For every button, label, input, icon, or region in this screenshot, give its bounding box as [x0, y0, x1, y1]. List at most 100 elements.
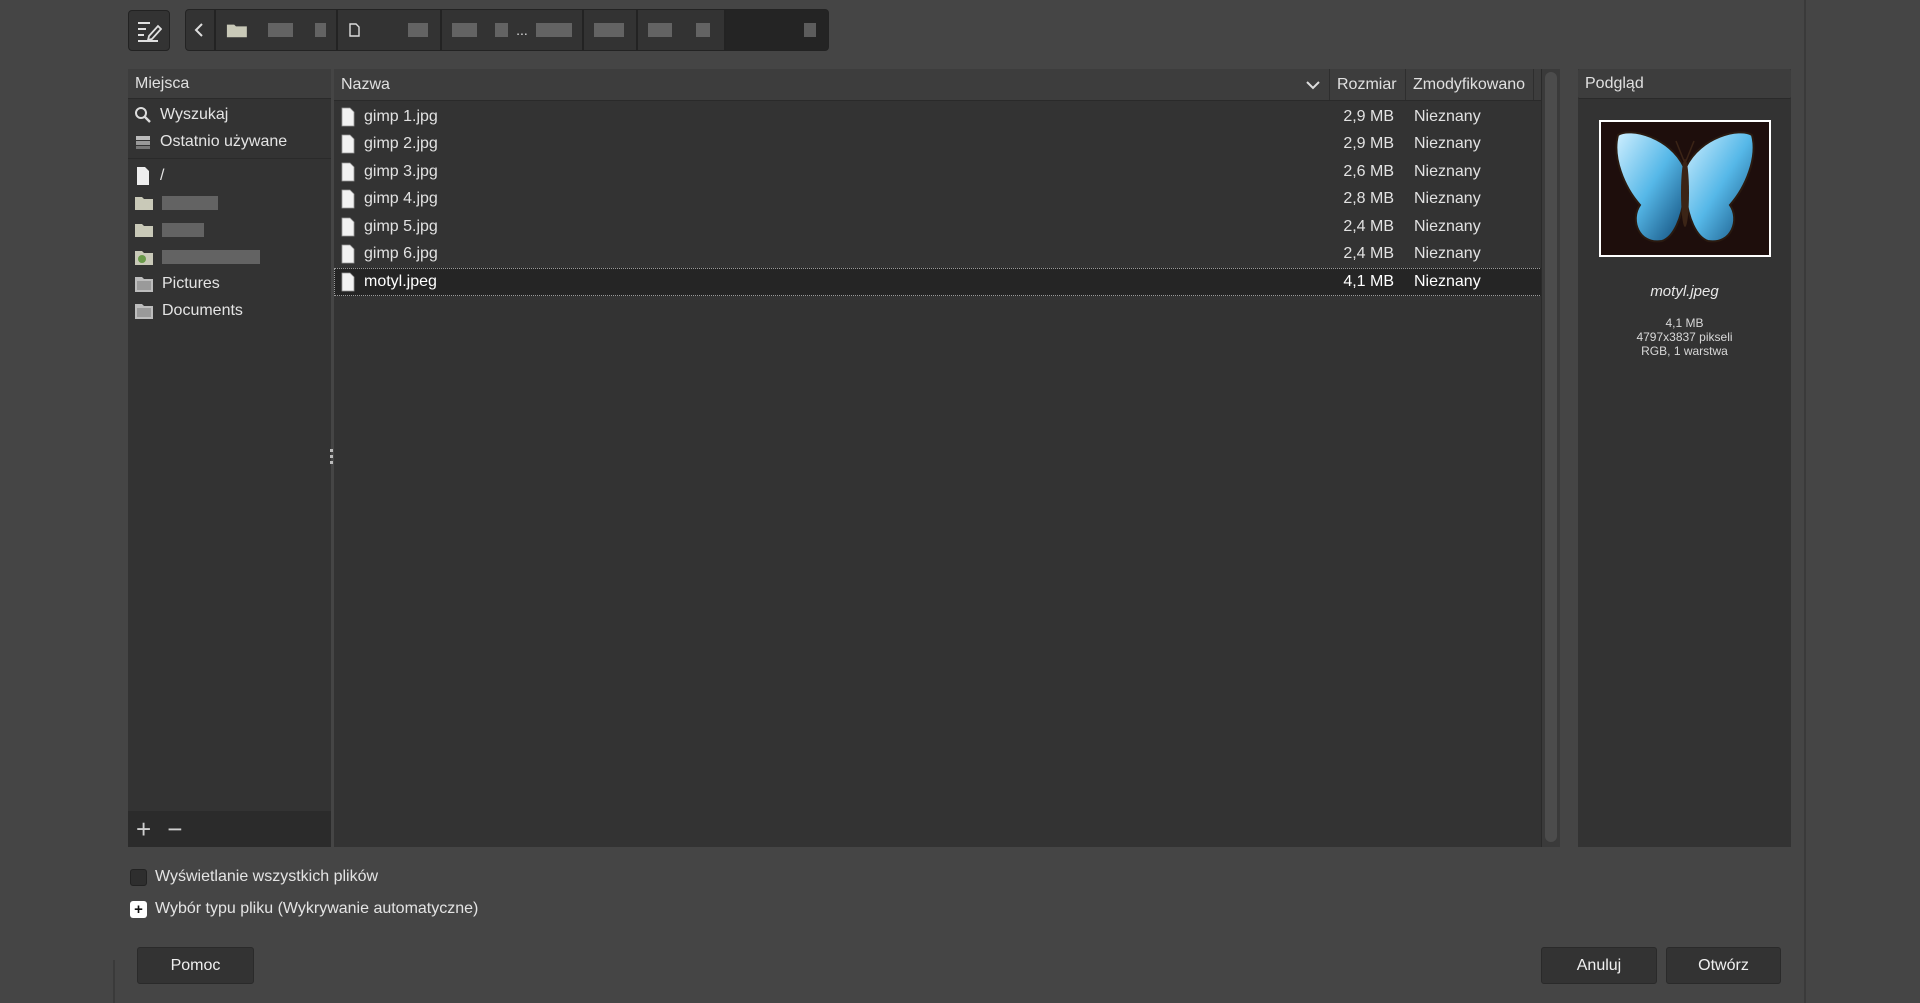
preview-info: 4,1 MB 4797x3837 pikseli RGB, 1 warstwa — [1578, 316, 1791, 358]
file-modified: Nieznany — [1414, 162, 1481, 180]
file-icon — [341, 244, 355, 264]
chevron-down-icon — [1306, 80, 1320, 89]
recent-icon — [136, 135, 150, 149]
place-root[interactable]: / — [128, 162, 331, 189]
file-type-expander[interactable]: + Wybór typu pliku (Wykrywanie automatyc… — [130, 900, 478, 918]
file-size: 2,4 MB — [1343, 217, 1394, 235]
file-row[interactable]: gimp 6.jpg 2,4 MB Nieznany — [334, 241, 1560, 269]
file-size: 2,9 MB — [1343, 107, 1394, 125]
file-modified: Nieznany — [1414, 135, 1481, 153]
places-divider — [128, 158, 331, 159]
path-crumb-root[interactable] — [215, 9, 337, 51]
column-header-size[interactable]: Rozmiar — [1330, 69, 1406, 100]
preview-panel: Podgląd motyl.jpeg 4,1 MB 4797x3837 piks… — [1578, 69, 1791, 847]
file-name: gimp 1.jpg — [364, 107, 438, 125]
show-all-files-checkbox[interactable] — [130, 868, 147, 886]
file-icon — [341, 272, 355, 292]
file-modified: Nieznany — [1414, 190, 1481, 208]
folder-icon — [135, 223, 153, 237]
preview-size: 4,1 MB — [1665, 316, 1704, 330]
folder-icon — [135, 276, 153, 292]
file-size: 4,1 MB — [1343, 272, 1394, 290]
path-crumb[interactable]: ... — [441, 9, 583, 51]
remove-bookmark-button[interactable]: − — [167, 816, 182, 842]
file-icon — [341, 107, 355, 127]
file-name: gimp 3.jpg — [364, 162, 438, 180]
column-header-name[interactable]: Nazwa — [334, 69, 1330, 100]
edit-location-button[interactable] — [128, 10, 170, 51]
file-icon — [341, 217, 355, 237]
file-size: 2,9 MB — [1343, 135, 1394, 153]
open-button[interactable]: Otwórz — [1666, 947, 1781, 984]
butterfly-image — [1601, 122, 1769, 255]
scrollbar-thumb[interactable] — [1545, 72, 1557, 842]
folder-icon — [135, 303, 153, 319]
show-all-files-label: Wyświetlanie wszystkich plików — [155, 868, 379, 885]
file-row[interactable]: gimp 3.jpg 2,6 MB Nieznany — [334, 158, 1560, 186]
blurred-path-segment — [452, 23, 478, 37]
file-list-scrollbar[interactable] — [1541, 69, 1560, 847]
file-icon — [341, 162, 355, 182]
place-search[interactable]: Wyszukaj — [128, 101, 331, 128]
home-icon — [135, 250, 153, 265]
blurred-path-segment — [804, 23, 816, 37]
path-bar: ... — [185, 9, 829, 51]
file-name: gimp 6.jpg — [364, 245, 438, 263]
place-documents[interactable]: Documents — [128, 297, 331, 324]
document-icon — [349, 23, 360, 37]
file-modified: Nieznany — [1414, 245, 1481, 263]
place-bookmark[interactable] — [128, 216, 331, 243]
file-name: motyl.jpeg — [364, 272, 437, 290]
place-label: Ostatnio używane — [160, 132, 288, 150]
place-bookmark[interactable] — [128, 189, 331, 216]
place-label: / — [160, 166, 165, 184]
place-recent[interactable]: Ostatnio używane — [128, 128, 331, 155]
place-home[interactable] — [128, 243, 331, 270]
edit-location-icon — [138, 21, 162, 42]
path-crumb-current[interactable] — [725, 9, 829, 51]
places-footer: + − — [128, 811, 331, 847]
blurred-path-segment — [495, 23, 509, 37]
blurred-place-label — [162, 249, 260, 264]
file-row[interactable]: gimp 4.jpg 2,8 MB Nieznany — [334, 186, 1560, 214]
path-back-button[interactable] — [185, 9, 215, 51]
blurred-place-label — [162, 195, 218, 210]
file-list-header: Nazwa Rozmiar Zmodyfikowano — [334, 69, 1560, 101]
file-icon — [341, 189, 355, 209]
place-pictures[interactable]: Pictures — [128, 270, 331, 297]
butterfly-icon — [1615, 130, 1755, 242]
add-bookmark-button[interactable]: + — [136, 816, 151, 842]
file-system-icon — [137, 166, 149, 185]
file-size: 2,4 MB — [1343, 245, 1394, 263]
blurred-place-label — [162, 222, 204, 237]
preview-thumbnail — [1599, 120, 1771, 257]
file-list: Nazwa Rozmiar Zmodyfikowano gimp 1.jpg 2… — [334, 69, 1560, 847]
blurred-path-segment — [696, 23, 710, 37]
show-all-files-option[interactable]: Wyświetlanie wszystkich plików — [130, 868, 378, 886]
path-crumb-label: ... — [516, 22, 528, 38]
cancel-button[interactable]: Anuluj — [1541, 947, 1657, 984]
preview-mode: RGB, 1 warstwa — [1641, 344, 1728, 358]
file-size: 2,6 MB — [1343, 162, 1394, 180]
path-crumb[interactable] — [637, 9, 725, 51]
search-icon — [135, 106, 151, 123]
column-header-modified[interactable]: Zmodyfikowano — [1406, 69, 1534, 100]
file-name: gimp 4.jpg — [364, 190, 438, 208]
blurred-path-segment — [315, 23, 326, 37]
blurred-path-segment — [648, 23, 672, 37]
file-modified: Nieznany — [1414, 217, 1481, 235]
window-edge — [1804, 0, 1920, 1003]
plus-icon[interactable]: + — [130, 900, 147, 918]
path-crumb[interactable] — [337, 9, 441, 51]
folder-icon — [226, 24, 247, 38]
file-row-selected[interactable]: motyl.jpeg 4,1 MB Nieznany — [334, 268, 1560, 296]
file-row[interactable]: gimp 1.jpg 2,9 MB Nieznany — [334, 103, 1560, 131]
file-name: gimp 5.jpg — [364, 217, 438, 235]
help-button[interactable]: Pomoc — [137, 947, 254, 984]
preview-header: Podgląd — [1578, 69, 1791, 99]
file-type-label: Wybór typu pliku (Wykrywanie automatyczn… — [155, 900, 479, 917]
path-crumb[interactable] — [583, 9, 637, 51]
file-icon — [341, 134, 355, 154]
file-row[interactable]: gimp 2.jpg 2,9 MB Nieznany — [334, 131, 1560, 159]
file-row[interactable]: gimp 5.jpg 2,4 MB Nieznany — [334, 213, 1560, 241]
